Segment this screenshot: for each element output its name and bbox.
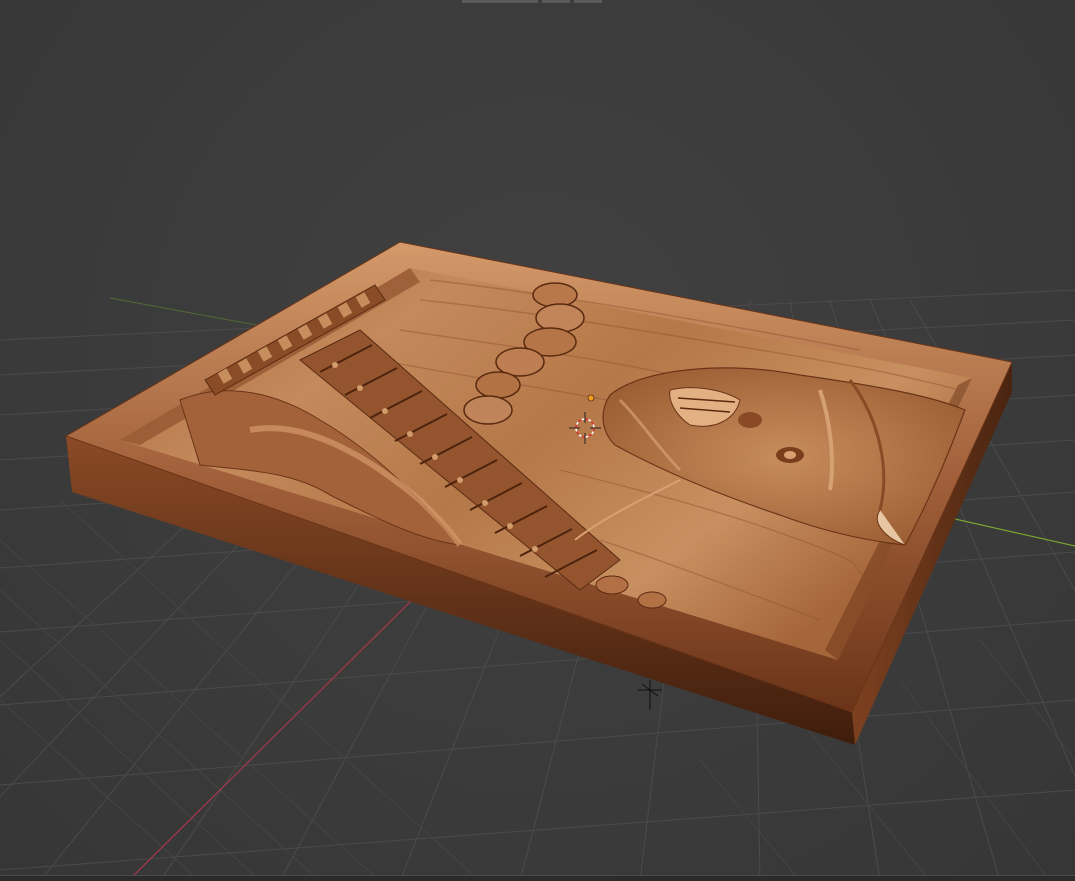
scene-canvas[interactable] bbox=[0, 0, 1075, 881]
y-axis-line bbox=[954, 518, 1075, 547]
camera-empty-icon[interactable] bbox=[638, 680, 662, 710]
x-axis-line bbox=[127, 599, 413, 881]
object-origin-icon[interactable] bbox=[587, 394, 595, 402]
viewport-footer bbox=[0, 875, 1075, 881]
3d-viewport[interactable] bbox=[0, 0, 1075, 881]
